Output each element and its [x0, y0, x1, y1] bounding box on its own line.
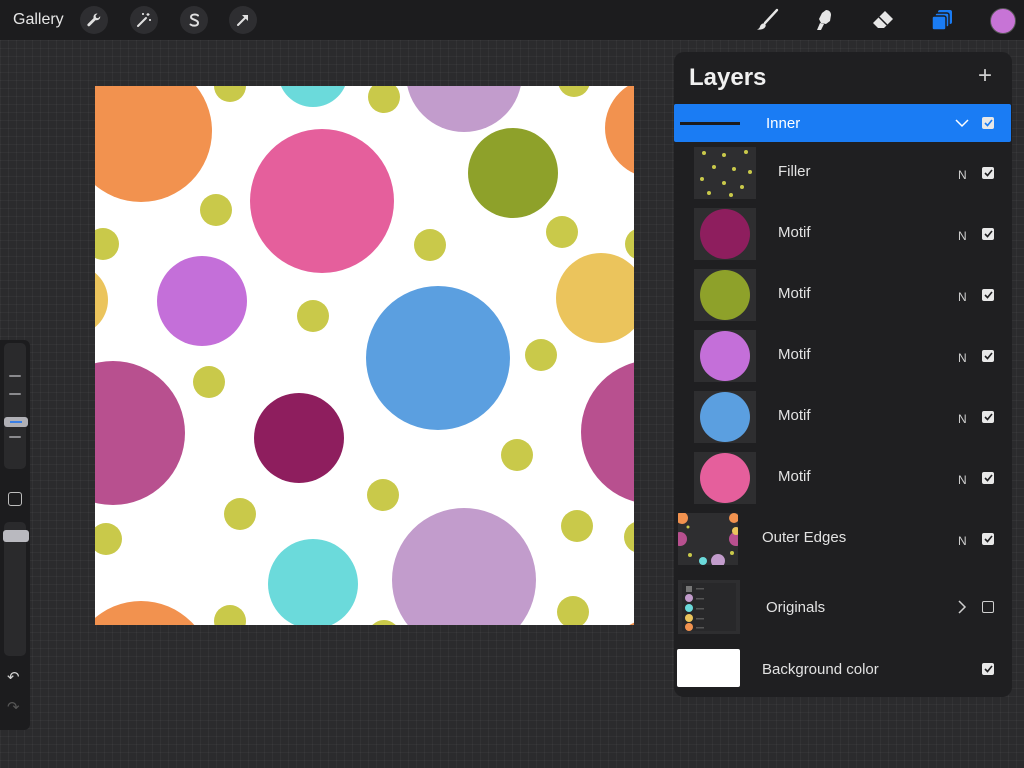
plus-icon[interactable]: + [978, 62, 992, 90]
visibility-checkbox[interactable] [982, 167, 994, 179]
layer-name: Originals [766, 599, 826, 616]
layer-row-filler[interactable]: Filler N [693, 144, 1011, 202]
layer-name: Filler [778, 163, 811, 180]
magic-wand-icon[interactable] [130, 6, 158, 34]
circle-orange [95, 86, 212, 202]
top-toolbar: Gallery [0, 0, 1024, 40]
brush-size-slider[interactable] [4, 343, 28, 469]
background-color-swatch[interactable] [677, 649, 740, 687]
visibility-checkbox[interactable] [982, 350, 994, 362]
layer-row-originals[interactable]: Originals [674, 578, 1011, 636]
slider-tick [9, 375, 21, 377]
layer-row-motif[interactable]: Motif N [693, 266, 1011, 324]
visibility-checkbox[interactable] [982, 117, 994, 129]
drawing-canvas[interactable] [95, 86, 634, 625]
layers-icon[interactable] [927, 5, 957, 35]
layer-name: Motif [778, 468, 811, 485]
circle-olive [468, 128, 558, 218]
canvas-artwork [95, 86, 634, 625]
layers-panel-title: Layers [689, 64, 767, 91]
layer-thumbnail [694, 330, 756, 382]
circle-orange-bottom-edge [629, 622, 634, 625]
circle-yellow-edge [95, 272, 108, 328]
visibility-checkbox[interactable] [982, 663, 994, 675]
color-picker-swatch[interactable] [990, 8, 1016, 34]
redo-icon[interactable]: ↷ [7, 698, 20, 716]
layer-thumbnail [694, 391, 756, 443]
circle-lavender [407, 86, 521, 132]
layer-name: Outer Edges [762, 529, 847, 546]
layer-name: Background color [762, 661, 879, 678]
opacity-slider[interactable] [3, 522, 29, 656]
circle-blue [366, 286, 510, 430]
smudge-icon[interactable] [810, 5, 840, 35]
eraser-icon[interactable] [868, 5, 898, 35]
layer-thumbnail [694, 147, 756, 199]
circle-yellow [556, 253, 634, 343]
chevron-right-icon[interactable] [957, 600, 967, 614]
wrench-icon[interactable] [80, 6, 108, 34]
transform-arrow-icon[interactable] [229, 6, 257, 34]
circle-purple [157, 256, 247, 346]
blend-mode-label[interactable]: N [958, 351, 967, 365]
circle-maroon [254, 393, 344, 483]
visibility-checkbox[interactable] [982, 533, 994, 545]
layer-row-motif[interactable]: Motif N [693, 449, 1011, 507]
circle-cyan-bottom [268, 539, 358, 625]
layer-thumbnail [678, 513, 738, 565]
layer-thumbnail [694, 208, 756, 260]
blend-mode-label[interactable]: N [958, 168, 967, 182]
circle-orange-edge [605, 86, 634, 174]
circle-lavender-bottom [392, 508, 536, 625]
undo-icon[interactable]: ↶ [7, 668, 20, 686]
circle-magenta [95, 361, 185, 505]
modify-button[interactable] [8, 492, 22, 506]
blend-mode-label[interactable]: N [958, 534, 967, 548]
layer-name: Motif [778, 285, 811, 302]
brush-icon[interactable] [752, 5, 782, 35]
circle-magenta-edge [581, 362, 634, 502]
layer-name: Motif [778, 224, 811, 241]
layer-row-motif[interactable]: Motif N [693, 327, 1011, 385]
visibility-checkbox[interactable] [982, 472, 994, 484]
layer-name: Motif [778, 407, 811, 424]
layer-row-inner[interactable]: Inner [674, 104, 1011, 142]
visibility-checkbox[interactable] [982, 411, 994, 423]
circle-pink [250, 129, 394, 273]
circle-orange-bottom [95, 601, 195, 625]
blend-mode-label[interactable]: N [958, 473, 967, 487]
layer-row-outer-edges[interactable]: Outer Edges N [674, 510, 1011, 568]
blend-mode-label[interactable]: N [958, 290, 967, 304]
layer-row-background-color[interactable]: Background color [674, 640, 1011, 698]
layer-thumbnail [694, 269, 756, 321]
opacity-knob[interactable] [3, 530, 29, 542]
circle-cyan [280, 86, 346, 107]
brush-size-knob[interactable] [4, 417, 28, 427]
chevron-down-icon[interactable] [955, 118, 969, 128]
slider-tick [9, 436, 21, 438]
layer-row-motif[interactable]: Motif N [693, 205, 1011, 263]
layer-name: Motif [778, 346, 811, 363]
layer-row-motif[interactable]: Motif N [693, 388, 1011, 446]
layer-thumbnail [678, 580, 740, 634]
selection-s-icon[interactable] [180, 6, 208, 34]
group-line-icon [680, 122, 740, 125]
visibility-checkbox[interactable] [982, 601, 994, 613]
slider-tick [9, 393, 21, 395]
layer-thumbnail [694, 452, 756, 504]
layer-name: Inner [766, 115, 801, 132]
left-sidebar: ↶ ↷ [0, 340, 30, 730]
visibility-checkbox[interactable] [982, 228, 994, 240]
blend-mode-label[interactable]: N [958, 229, 967, 243]
visibility-checkbox[interactable] [982, 289, 994, 301]
gallery-button[interactable]: Gallery [13, 11, 64, 29]
blend-mode-label[interactable]: N [958, 412, 967, 426]
